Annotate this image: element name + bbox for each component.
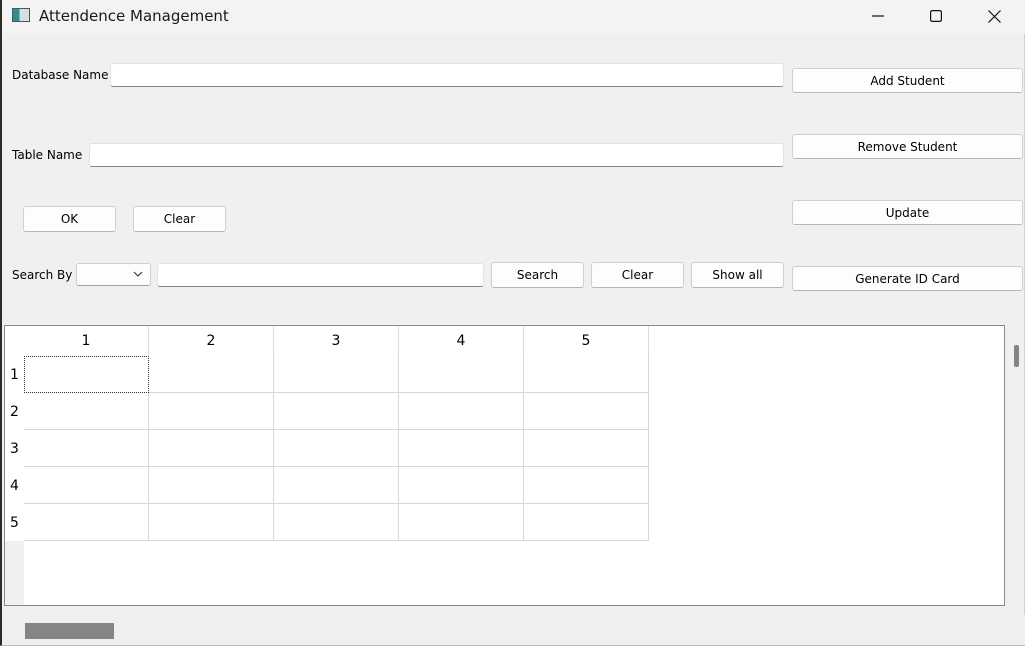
- column-header[interactable]: 5: [524, 326, 649, 356]
- table-cell[interactable]: [274, 504, 399, 541]
- table-cell[interactable]: [149, 504, 274, 541]
- window-title: Attendence Management: [39, 7, 229, 25]
- show-all-button[interactable]: Show all: [691, 262, 784, 288]
- database-name-input[interactable]: [110, 63, 784, 87]
- vertical-scrollbar-thumb[interactable]: [1014, 345, 1019, 367]
- table-cell[interactable]: [149, 430, 274, 467]
- maximize-icon: [930, 10, 942, 22]
- search-by-dropdown[interactable]: [76, 263, 151, 286]
- ok-button[interactable]: OK: [23, 206, 116, 232]
- table-cell[interactable]: [524, 393, 649, 430]
- table-cell[interactable]: [274, 430, 399, 467]
- table-cell[interactable]: [399, 430, 524, 467]
- database-name-label: Database Name: [12, 68, 109, 82]
- row-header[interactable]: 2: [5, 393, 24, 430]
- table-cell[interactable]: [274, 393, 399, 430]
- column-header[interactable]: 4: [399, 326, 524, 356]
- table-cell[interactable]: [524, 430, 649, 467]
- table-cell[interactable]: [399, 467, 524, 504]
- table-cell-current[interactable]: [24, 356, 149, 393]
- chevron-down-icon: [133, 271, 143, 277]
- table-cell[interactable]: [149, 356, 274, 393]
- row-header[interactable]: 3: [5, 430, 24, 467]
- table-cell[interactable]: [24, 393, 149, 430]
- table-cell[interactable]: [24, 467, 149, 504]
- table-cell[interactable]: [24, 430, 149, 467]
- maximize-button[interactable]: [907, 0, 965, 32]
- column-header[interactable]: 3: [274, 326, 399, 356]
- search-clear-button[interactable]: Clear: [591, 262, 684, 288]
- minimize-button[interactable]: [849, 0, 907, 32]
- table-cell[interactable]: [524, 504, 649, 541]
- minimize-icon: [872, 15, 884, 17]
- table-cell[interactable]: [274, 356, 399, 393]
- close-button[interactable]: [965, 0, 1023, 32]
- table-name-label: Table Name: [12, 148, 83, 162]
- student-table[interactable]: 1 2 3 4 5 1 2 3 4 5: [4, 325, 1005, 606]
- column-header[interactable]: 2: [149, 326, 274, 356]
- table-cell[interactable]: [149, 467, 274, 504]
- row-header[interactable]: 4: [5, 467, 24, 504]
- table-cell[interactable]: [524, 467, 649, 504]
- horizontal-scrollbar[interactable]: [4, 615, 1025, 645]
- table-cell[interactable]: [524, 356, 649, 393]
- column-header[interactable]: 1: [24, 326, 149, 356]
- table-cell[interactable]: [399, 393, 524, 430]
- remove-student-button[interactable]: Remove Student: [792, 134, 1023, 159]
- search-by-label: Search By: [12, 268, 73, 282]
- table-cell[interactable]: [24, 504, 149, 541]
- table-cell[interactable]: [274, 467, 399, 504]
- search-input[interactable]: [157, 263, 484, 287]
- clear-button[interactable]: Clear: [133, 206, 226, 232]
- search-button[interactable]: Search: [491, 262, 584, 288]
- app-window-icon: [12, 8, 30, 22]
- generate-id-card-button[interactable]: Generate ID Card: [792, 266, 1023, 291]
- title-bar[interactable]: Attendence Management: [2, 0, 1025, 34]
- horizontal-scrollbar-thumb[interactable]: [25, 623, 114, 639]
- row-header[interactable]: 1: [5, 356, 24, 393]
- table-cell[interactable]: [149, 393, 274, 430]
- row-header[interactable]: 5: [5, 504, 24, 541]
- update-button[interactable]: Update: [792, 200, 1023, 225]
- table-corner-button[interactable]: [5, 326, 24, 356]
- close-icon: [987, 9, 1001, 23]
- table-name-input[interactable]: [89, 143, 784, 167]
- main-window: Attendence Management Database Name Tabl…: [0, 0, 1025, 646]
- table-cell[interactable]: [399, 504, 524, 541]
- table-cell[interactable]: [399, 356, 524, 393]
- add-student-button[interactable]: Add Student: [792, 68, 1023, 93]
